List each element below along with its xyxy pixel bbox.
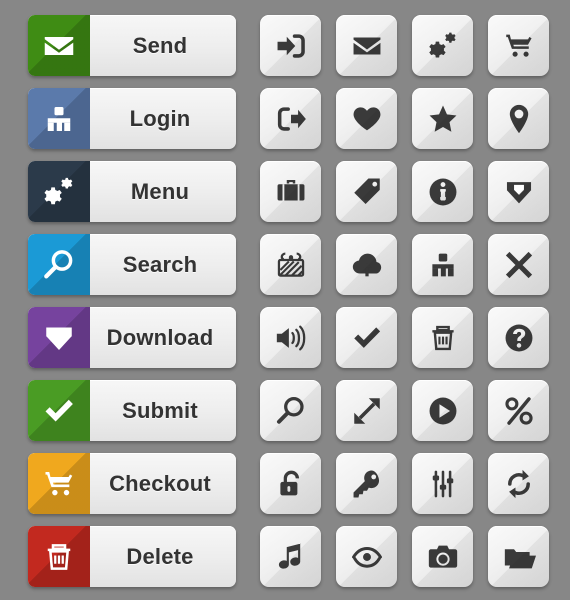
question-mark-icon [502,321,536,355]
icon-tile-download-shield[interactable] [488,161,549,222]
icon-tile-briefcase[interactable] [260,161,321,222]
icon-tile-question-mark[interactable] [488,307,549,368]
user-person-icon [28,88,90,149]
icon-tile-expand-arrows[interactable] [336,380,397,441]
checkmark-icon [350,321,384,355]
icon-tile-login-arrow[interactable] [260,15,321,76]
button-login[interactable]: Login [28,88,236,149]
trash-can-icon [28,526,90,587]
icon-tile-info-circle[interactable] [412,161,473,222]
briefcase-icon [274,175,308,209]
icon-tile-shopping-cart[interactable] [488,15,549,76]
icon-tile-percent[interactable] [488,380,549,441]
icon-tile-sliders[interactable] [412,453,473,514]
map-pin-icon [502,102,536,136]
button-download[interactable]: Download [28,307,236,368]
button-label: Send [132,32,188,58]
heart-icon [350,102,384,136]
camera-icon [426,540,460,574]
icon-tile-volume-speaker[interactable] [260,307,321,368]
price-tag-icon [350,175,384,209]
button-label: Delete [126,543,194,569]
folder-icon [502,540,536,574]
shopping-cart-icon [28,453,90,514]
button-delete[interactable]: Delete [28,526,236,587]
sliders-icon [426,467,460,501]
checkmark-icon [28,380,90,441]
envelope-icon [350,29,384,63]
magnifier-icon [28,234,90,295]
icon-tile-user-person[interactable] [412,234,473,295]
icon-tile-trash-can[interactable] [412,307,473,368]
button-label: Menu [130,178,190,204]
percent-icon [502,394,536,428]
icon-set-canvas: Send Login Menu Search Download Submit Checkou… [0,0,570,600]
icon-tile-checkmark[interactable] [336,307,397,368]
icon-tile-refresh[interactable] [488,453,549,514]
icon-tile-price-tag[interactable] [336,161,397,222]
refresh-icon [502,467,536,501]
magnifier-icon [274,394,308,428]
icon-tile-logout-arrow[interactable] [260,88,321,149]
cloud-upload-icon [350,248,384,282]
user-person-icon [426,248,460,282]
icon-tile-eye[interactable] [336,526,397,587]
eye-icon [350,540,384,574]
envelope-icon [28,15,90,76]
button-send[interactable]: Send [28,15,236,76]
button-search[interactable]: Search [28,234,236,295]
icon-tile-cloud-upload[interactable] [336,234,397,295]
expand-arrows-icon [350,394,384,428]
icon-tile-play-button[interactable] [412,380,473,441]
icon-tile-camera[interactable] [412,526,473,587]
key-icon [350,467,384,501]
trash-can-icon [426,321,460,355]
icon-tile-lock[interactable] [260,453,321,514]
icon-tile-magnifier[interactable] [260,380,321,441]
music-note-icon [274,540,308,574]
login-arrow-icon [274,29,308,63]
logout-arrow-icon [274,102,308,136]
icon-tile-folder[interactable] [488,526,549,587]
gears-icon [28,161,90,222]
icon-tile-music-note[interactable] [260,526,321,587]
button-label: Search [122,251,198,277]
icon-tile-envelope[interactable] [336,15,397,76]
button-label: Download [106,324,214,350]
gift-box-icon [274,248,308,282]
gears-icon [426,29,460,63]
icon-tile-map-pin[interactable] [488,88,549,149]
button-menu[interactable]: Menu [28,161,236,222]
icon-tile-close-x[interactable] [488,234,549,295]
button-label: Login [129,105,191,131]
icon-tile-key[interactable] [336,453,397,514]
play-button-icon [426,394,460,428]
download-shield-icon [28,307,90,368]
volume-speaker-icon [274,321,308,355]
close-x-icon [502,248,536,282]
icon-tile-gift-box[interactable] [260,234,321,295]
shopping-cart-icon [502,29,536,63]
info-circle-icon [426,175,460,209]
button-submit[interactable]: Submit [28,380,236,441]
icon-tile-gears[interactable] [412,15,473,76]
icon-tile-star[interactable] [412,88,473,149]
lock-icon [274,467,308,501]
button-label: Submit [122,397,198,423]
button-label: Checkout [109,470,211,496]
download-shield-icon [502,175,536,209]
star-icon [426,102,460,136]
button-checkout[interactable]: Checkout [28,453,236,514]
icon-tile-heart[interactable] [336,88,397,149]
